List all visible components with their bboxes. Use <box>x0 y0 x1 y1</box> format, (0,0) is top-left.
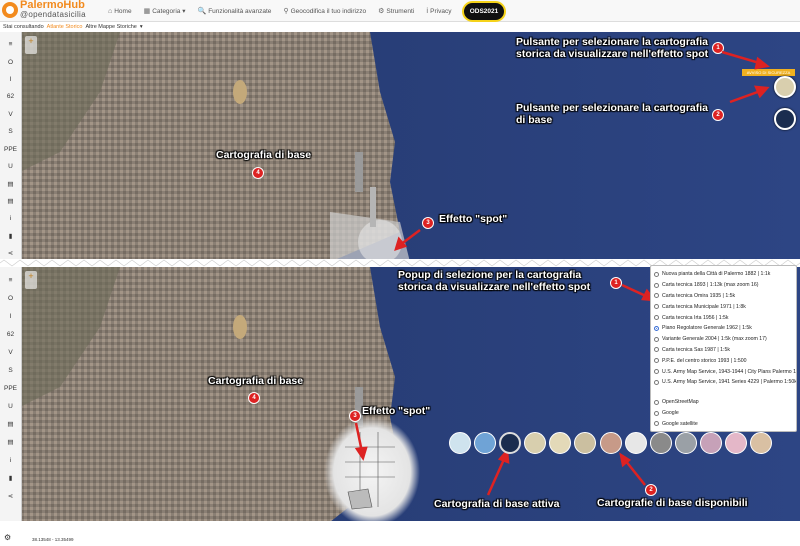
nav-item-label: Strumenti <box>386 7 415 15</box>
nav-item-label: Geocodifica il tuo indirizzo <box>290 7 367 15</box>
nav-item[interactable]: ⌂ Home <box>108 8 132 15</box>
status-bar <box>0 534 800 546</box>
annotation-arrows <box>394 50 770 251</box>
nav-item[interactable]: ⚙ Strumenti <box>378 7 415 16</box>
map-option-label: OpenStreetMap <box>662 399 699 406</box>
top-navbar: PalermoHub @opendatasicilia ⌂ Home ▦ Catego… <box>0 0 800 22</box>
nav-item-label: Categoria ▾ <box>152 8 186 15</box>
breadcrumb-next[interactable]: Altre Mappe Storiche <box>85 24 136 30</box>
info-icon: ⅰ <box>426 8 429 15</box>
nav-item-label: Privacy <box>430 7 452 15</box>
map-option-label: Carta tecnica Sas 1987 | 1:5k <box>662 346 730 353</box>
base-map-thumbnail[interactable] <box>549 432 572 454</box>
base-map-thumbnails <box>449 432 775 454</box>
breadcrumb: Stai consultando Atlante Storico Altre M… <box>0 22 800 32</box>
chevron-down-icon: ▾ <box>139 24 143 30</box>
base-map-thumbnail[interactable] <box>725 432 748 454</box>
map-option[interactable]: Carta tecnica 1893 | 1:13k (max zoom 16) <box>651 280 796 291</box>
map-option-label: Nuova pianta della Città di Palermo 1882… <box>662 271 771 278</box>
gear-icon: ⚙ <box>378 8 385 15</box>
nav-item-label: Home <box>114 7 132 15</box>
nav-item[interactable]: ⅰ Privacy <box>426 7 452 16</box>
nav-menu: ⌂ Home ▦ Categoria ▾ 🔍 Funzionalità avanzate ⚲… <box>108 0 499 22</box>
map-option-label: U.S. Army Map Service, 1943-1944 | City … <box>662 368 796 375</box>
logo-title: PalermoHub <box>20 0 85 11</box>
palermohub-logo[interactable]: PalermoHub @opendatasicilia <box>2 0 86 19</box>
map-option[interactable]: Carta tecnica Sas 1987 | 1:5k <box>651 345 796 356</box>
map-option[interactable]: U.S. Army Map Service, 1943-1944 | City … <box>651 366 796 377</box>
map-option[interactable]: Google satellite <box>651 419 796 430</box>
map-option-label: U.S. Army Map Service, 1941 Series 4229 … <box>662 379 796 386</box>
radio-button[interactable] <box>654 421 659 427</box>
radio-button[interactable] <box>654 347 659 353</box>
base-map-thumbnail[interactable] <box>449 432 471 454</box>
radio-button[interactable] <box>654 369 659 375</box>
search-icon: 🔍 <box>197 8 207 15</box>
base-map-thumbnail[interactable] <box>674 432 697 454</box>
radio-button[interactable] <box>654 336 659 342</box>
map-option[interactable]: Carta tecnica Municipale 1971 | 1:8k <box>651 301 796 312</box>
radio-button[interactable] <box>654 282 659 288</box>
base-map-thumbnail[interactable] <box>499 432 522 454</box>
radio-button[interactable] <box>654 304 659 310</box>
breadcrumb-active[interactable]: Atlante Storico <box>47 24 83 30</box>
radio-button[interactable] <box>654 379 659 385</box>
grid-icon: ▦ <box>143 8 151 15</box>
logo-mark-icon <box>2 2 18 18</box>
home-icon: ⌂ <box>108 7 113 15</box>
map-option-label: P.P.E. del centro storico 1993 | 1:500 <box>662 357 747 364</box>
base-map-thumbnail[interactable] <box>750 432 773 454</box>
map-option-label: Carta tecnica Irta 1956 | 1:5k <box>662 314 729 321</box>
ods2021-badge[interactable]: ODS2021 <box>462 1 506 22</box>
map-option[interactable]: U.S. Army Map Service, 1941 Series 4229 … <box>651 377 796 388</box>
nav-item[interactable]: 🔍 Funzionalità avanzate <box>197 7 272 16</box>
radio-button[interactable] <box>654 271 659 277</box>
map-option[interactable]: Piano Regolatore Generale 1962 | 1:5k <box>651 323 796 334</box>
radio-button[interactable] <box>654 315 659 321</box>
base-map-thumbnail[interactable] <box>474 432 497 454</box>
radio-button[interactable] <box>654 325 659 331</box>
map-option-label: Carta tecnica Omira 1935 | 1:5k <box>662 292 736 299</box>
radio-button[interactable] <box>654 293 659 299</box>
settings-gear-icon[interactable]: ⚙ <box>4 533 11 542</box>
radio-button[interactable] <box>654 410 659 416</box>
breadcrumb-prefix: Stai consultando <box>3 24 44 30</box>
base-map-thumbnail[interactable] <box>574 432 597 454</box>
base-map-thumbnail[interactable] <box>599 432 622 454</box>
pin-icon: ⚲ <box>283 8 289 15</box>
nav-item[interactable]: ⚲ Geocodifica il tuo indirizzo <box>283 7 367 16</box>
nav-item-label: Funzionalità avanzate <box>208 7 272 15</box>
logo-subtitle: @opendatasicilia <box>20 10 86 19</box>
map-option-label: Carta tecnica 1893 | 1:13k (max zoom 16) <box>662 282 759 289</box>
map-option-label: Piano Regolatore Generale 1962 | 1:5k <box>662 325 752 332</box>
radio-button[interactable] <box>654 399 659 405</box>
nav-item[interactable]: ▦ Categoria ▾ <box>144 7 186 15</box>
base-map-thumbnail[interactable] <box>649 432 672 454</box>
panel-separator <box>0 521 800 529</box>
base-map-thumbnail[interactable] <box>699 432 722 454</box>
radio-button[interactable] <box>654 358 659 364</box>
map-option[interactable]: P.P.E. del centro storico 1993 | 1:500 <box>651 355 796 366</box>
map-option[interactable]: Carta tecnica Irta 1956 | 1:5k <box>651 312 796 323</box>
base-map-thumbnail[interactable] <box>624 432 647 454</box>
coordinates-readout: 38.13548 - 13.35499 <box>30 537 76 542</box>
map-option[interactable]: Nuova pianta della Città di Palermo 1882… <box>651 269 796 280</box>
map-option[interactable]: Variante Generale 2004 | 1:5k (max zoom … <box>651 334 796 345</box>
map-option-label: Carta tecnica Municipale 1971 | 1:8k <box>662 303 746 310</box>
map-option-label: Variante Generale 2004 | 1:5k (max zoom … <box>662 336 767 343</box>
map-panel-top[interactable]: ≡ O I 62 V S PPE U ▤ ▤ i ▮ ⋖ + AVVISO DI SICUREZZA 1… <box>0 32 800 262</box>
map-option-label: Google <box>662 410 679 417</box>
map-option[interactable]: Carta tecnica Omira 1935 | 1:5k <box>651 291 796 302</box>
base-map-thumbnail[interactable] <box>524 432 547 454</box>
map-option[interactable]: Google <box>651 408 796 419</box>
map-option[interactable]: OpenStreetMap <box>651 397 796 408</box>
map-selection-popup: Nuova pianta della Città di Palermo 1882… <box>650 265 797 432</box>
map-option-label: Google satellite <box>662 420 698 427</box>
